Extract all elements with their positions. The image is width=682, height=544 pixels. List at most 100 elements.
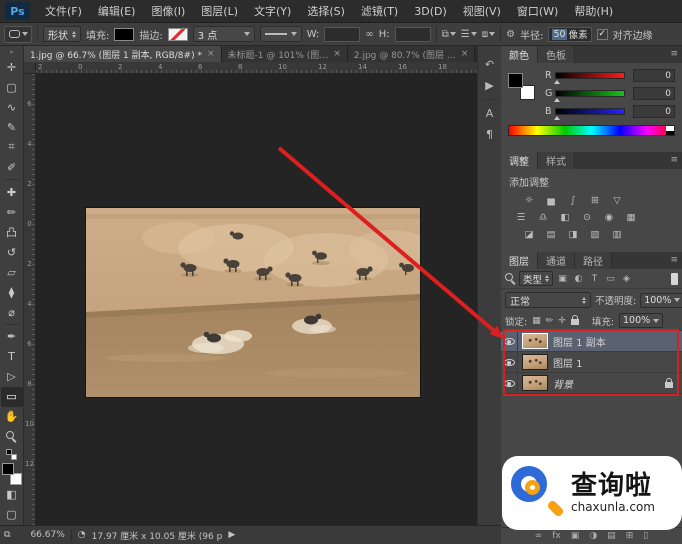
new-layer-icon[interactable]: ⊞	[626, 531, 634, 541]
close-icon[interactable]: ×	[461, 49, 469, 59]
delete-layer-icon[interactable]: ▯	[643, 531, 648, 541]
lock-transparent-icon[interactable]: ▦	[532, 316, 541, 326]
adj-channel-mixer-icon[interactable]: ◉	[601, 211, 617, 224]
foreground-color-swatch[interactable]	[2, 463, 14, 475]
menu-view[interactable]: 视图(V)	[455, 0, 509, 22]
blend-mode-select[interactable]: 正常	[505, 292, 591, 308]
filter-toggle-switch[interactable]	[671, 273, 678, 285]
marquee-tool[interactable]: ▢	[1, 77, 23, 97]
green-value-input[interactable]: 0	[633, 87, 675, 100]
filter-smart-icon[interactable]: ◈	[620, 274, 633, 284]
adj-photo-filter-icon[interactable]: ⊙	[579, 211, 595, 224]
layer-thumbnail[interactable]	[522, 333, 548, 349]
menu-help[interactable]: 帮助(H)	[566, 0, 621, 22]
fill-input[interactable]: 100%	[619, 313, 663, 328]
filter-kind-select[interactable]: 类型	[519, 271, 553, 286]
zoom-level-input[interactable]: 66.67%	[30, 530, 64, 540]
foreground-color-swatch[interactable]	[508, 73, 523, 88]
visibility-toggle[interactable]	[501, 331, 518, 351]
menu-image[interactable]: 图像(I)	[143, 0, 193, 22]
opacity-input[interactable]: 100%	[640, 293, 682, 308]
visibility-toggle[interactable]	[501, 373, 518, 393]
layer-thumbnail[interactable]	[522, 354, 548, 370]
quick-mask-button[interactable]: ◧	[1, 485, 23, 505]
dodge-tool[interactable]: ⌀	[1, 302, 23, 322]
stroke-width-select[interactable]: 3 点	[193, 26, 255, 42]
document-tab-2[interactable]: 未标题-1 @ 101% (图… ×	[222, 46, 348, 62]
filter-type-icon[interactable]: T	[588, 274, 601, 284]
history-panel-icon[interactable]: ↶	[479, 54, 501, 75]
adj-invert-icon[interactable]: ◪	[521, 228, 537, 241]
brush-tool[interactable]: ✏	[1, 202, 23, 222]
menu-3d[interactable]: 3D(D)	[406, 0, 455, 22]
tab-styles[interactable]: 样式	[538, 152, 575, 169]
menu-window[interactable]: 窗口(W)	[509, 0, 566, 22]
tab-color[interactable]: 颜色	[501, 46, 538, 63]
tab-paths[interactable]: 路径	[575, 252, 612, 269]
menu-filter[interactable]: 滤镜(T)	[353, 0, 406, 22]
hand-tool[interactable]: ✋	[1, 407, 23, 427]
tab-swatches[interactable]: 色板	[538, 46, 575, 63]
workspace-icon[interactable]: ⧉	[4, 530, 10, 540]
adj-selective-color-icon[interactable]: ▧	[587, 228, 603, 241]
screen-mode-button[interactable]: ▢	[1, 505, 23, 525]
shape-tool[interactable]: ▭	[1, 387, 23, 407]
layer-row-background[interactable]: 背景	[501, 373, 682, 394]
slider-thumb-icon[interactable]	[554, 98, 560, 102]
close-icon[interactable]: ×	[333, 49, 341, 59]
paragraph-panel-icon[interactable]: ¶	[479, 124, 501, 145]
character-panel-icon[interactable]: A	[479, 103, 501, 124]
ruler-corner[interactable]	[24, 62, 36, 74]
adj-curves-icon[interactable]: ∫	[565, 194, 581, 207]
type-tool[interactable]: T	[1, 347, 23, 367]
actions-panel-icon[interactable]: ▶	[479, 75, 501, 96]
adj-posterize-icon[interactable]: ▤	[543, 228, 559, 241]
quick-selection-tool[interactable]: ✎	[1, 117, 23, 137]
layer-row-layer1-copy[interactable]: 图层 1 副本	[501, 331, 682, 352]
foreground-background-swatches[interactable]	[2, 463, 22, 485]
blur-tool[interactable]: ⧫	[1, 282, 23, 302]
lock-all-icon[interactable]	[571, 319, 579, 325]
status-expand-icon[interactable]: ▶	[228, 530, 235, 540]
lock-position-icon[interactable]: ✛	[558, 316, 566, 326]
foreground-background-swatches[interactable]	[508, 73, 535, 100]
width-input[interactable]	[324, 27, 360, 42]
document-tab-1[interactable]: 1.jpg @ 66.7% (图层 1 副本, RGB/8#) * ×	[24, 46, 222, 62]
layer-name[interactable]: 图层 1 副本	[553, 334, 606, 349]
layer-style-icon[interactable]: fx	[552, 531, 561, 541]
adj-black-white-icon[interactable]: ◧	[557, 211, 573, 224]
filter-adjustment-icon[interactable]: ◐	[572, 274, 585, 284]
panel-menu-icon[interactable]: ≡	[670, 49, 678, 59]
toolbar-collapse-button[interactable]: »	[9, 46, 13, 57]
adj-brightness-contrast-icon[interactable]: ☼	[521, 194, 537, 207]
healing-brush-tool[interactable]: ✚	[1, 182, 23, 202]
path-arrange-button[interactable]: ⧈	[482, 29, 495, 40]
menu-layer[interactable]: 图层(L)	[193, 0, 246, 22]
tab-layers[interactable]: 图层	[501, 252, 538, 269]
green-slider[interactable]	[555, 90, 625, 97]
close-icon[interactable]: ×	[207, 49, 215, 59]
layer-name[interactable]: 图层 1	[553, 355, 583, 370]
menu-file[interactable]: 文件(F)	[37, 0, 90, 22]
stroke-color-swatch[interactable]	[168, 28, 188, 41]
adj-color-balance-icon[interactable]: ♎	[535, 211, 551, 224]
layer-group-icon[interactable]: ▤	[607, 531, 616, 541]
adj-exposure-icon[interactable]: ⊞	[587, 194, 603, 207]
menu-type[interactable]: 文字(Y)	[246, 0, 299, 22]
tool-mode-select[interactable]: 形状	[43, 26, 81, 42]
layer-name[interactable]: 背景	[553, 376, 573, 391]
lasso-tool[interactable]: ∿	[1, 97, 23, 117]
tab-channels[interactable]: 通道	[538, 252, 575, 269]
layer-mask-icon[interactable]: ▣	[571, 531, 580, 541]
filter-pixel-icon[interactable]: ▣	[556, 274, 569, 284]
crop-tool[interactable]: ⌗	[1, 137, 23, 157]
path-operations-button[interactable]: ⧉	[442, 29, 456, 40]
color-spectrum-bar[interactable]	[508, 125, 675, 136]
link-dimensions-icon[interactable]: ∞	[365, 29, 373, 40]
path-selection-tool[interactable]: ▷	[1, 367, 23, 387]
adj-gradient-map-icon[interactable]: ▥	[609, 228, 625, 241]
adjustment-layer-icon[interactable]: ◑	[589, 531, 597, 541]
default-colors-icon[interactable]	[6, 449, 17, 460]
adj-vibrance-icon[interactable]: ▽	[609, 194, 625, 207]
height-input[interactable]	[395, 27, 431, 42]
